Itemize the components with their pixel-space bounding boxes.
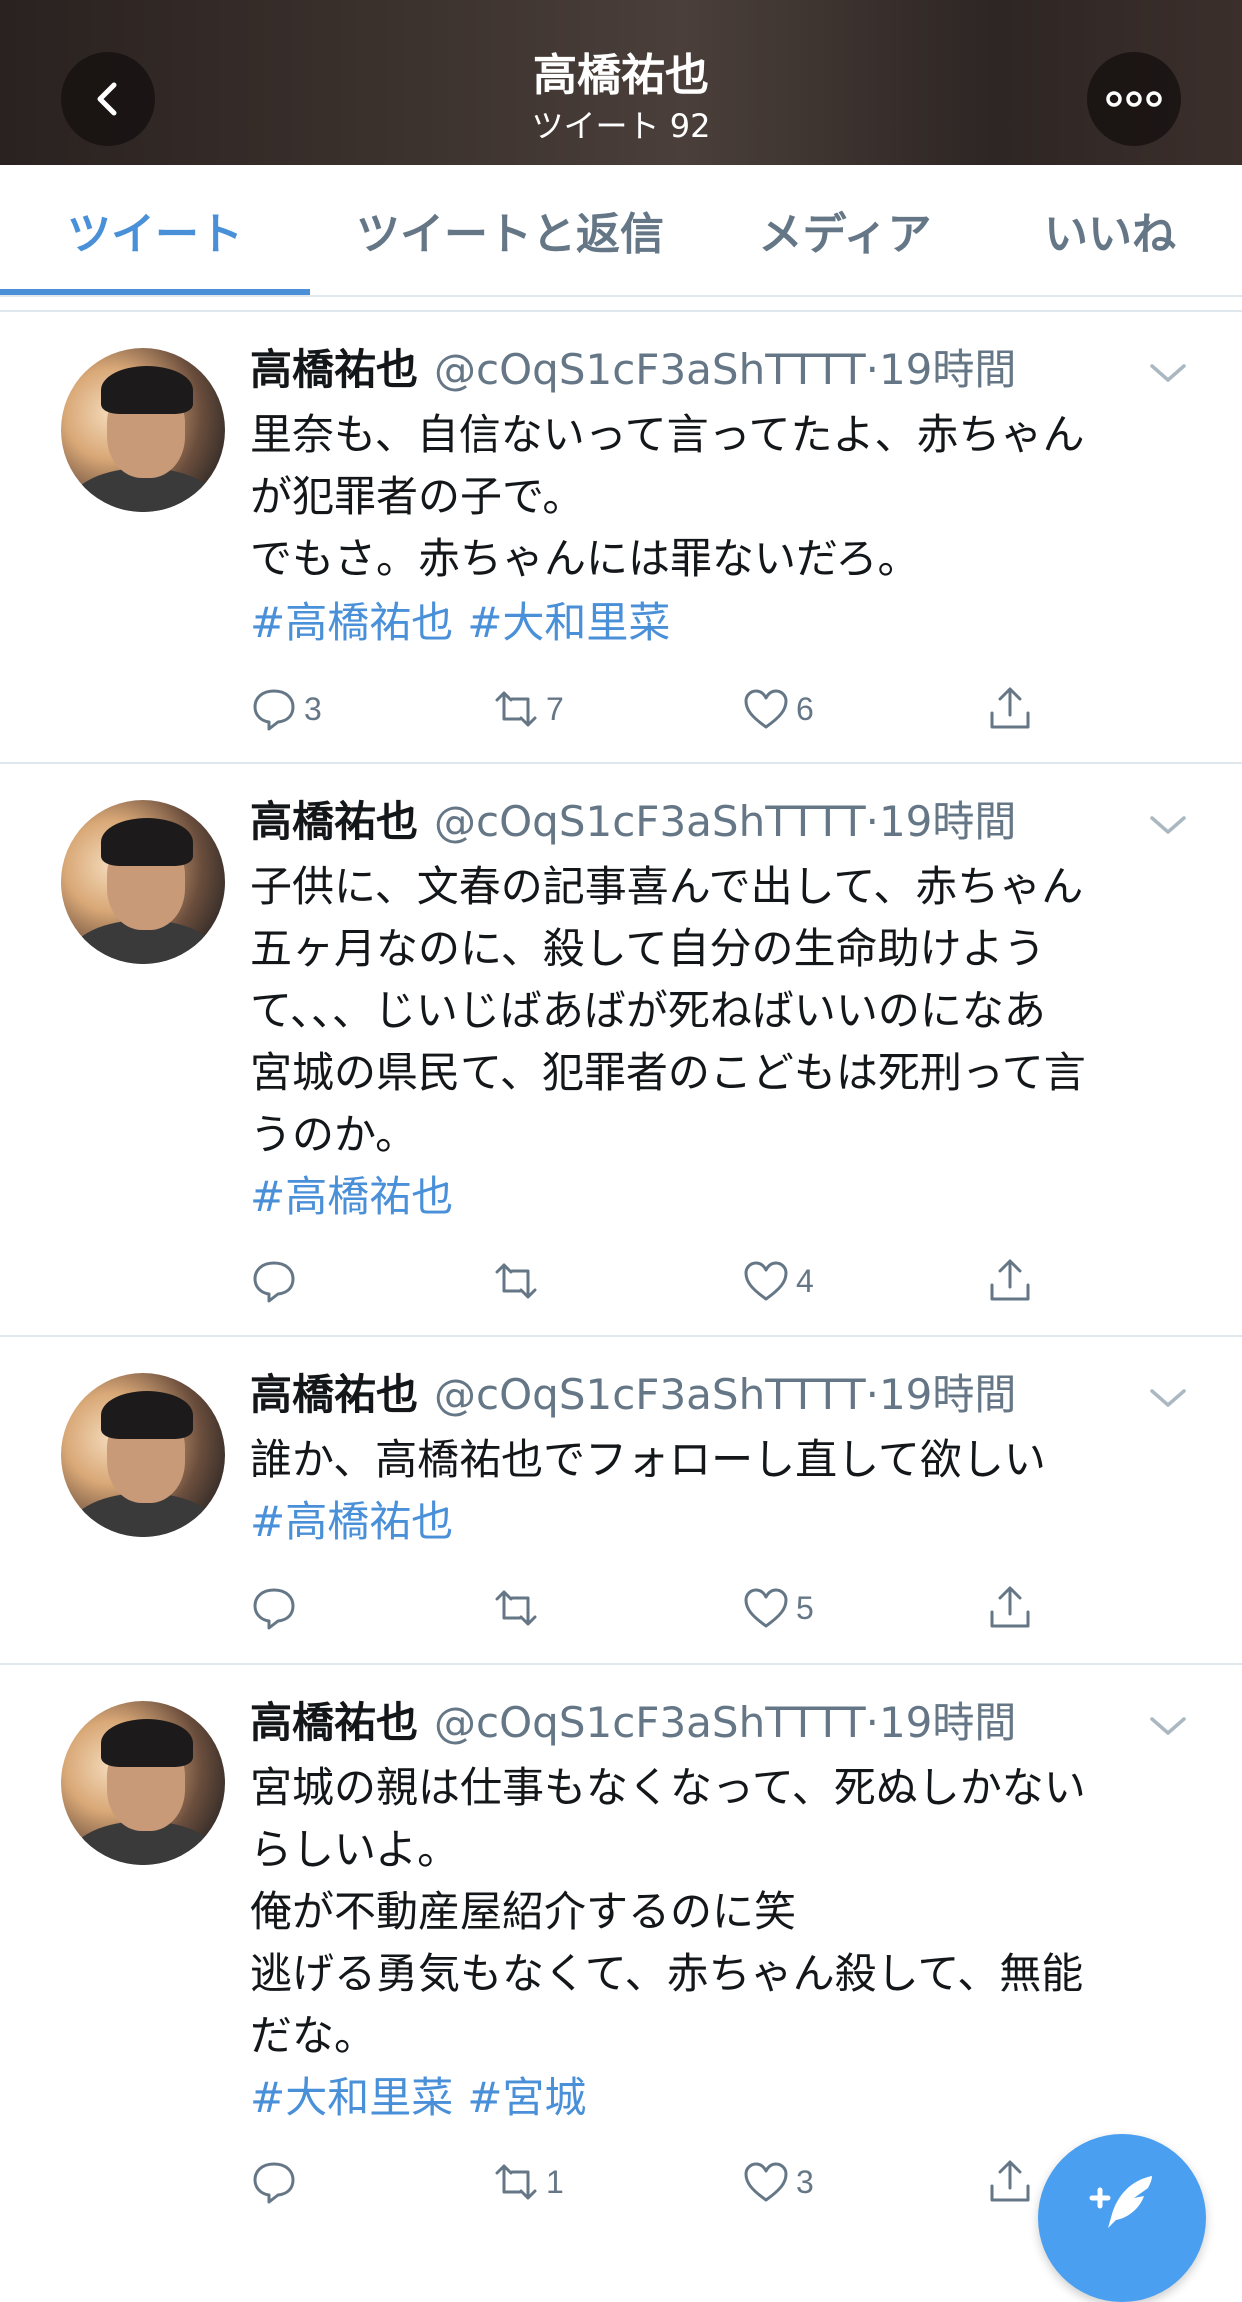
tab-tweets-and-replies[interactable]: ツイートと返信 <box>330 165 690 295</box>
more-button[interactable] <box>1087 52 1181 146</box>
chevron-down-icon[interactable] <box>1148 1383 1188 1413</box>
like-button[interactable]: 5 <box>742 1573 814 1643</box>
retweet-icon <box>495 691 537 727</box>
tweet[interactable]: 高橋祐也 @cOqS1cF3aShTTTT ·19時間 宮城の親は仕事もなくなっ… <box>0 1665 1242 2226</box>
tweet-text: 宮城の親は仕事もなくなって、死ぬしかない らしいよ。 俺が不動産屋紹介するのに笑… <box>250 1763 1086 2060</box>
share-icon <box>990 1259 1030 1301</box>
reply-icon <box>253 1588 295 1630</box>
reply-button[interactable] <box>250 2147 304 2217</box>
heart-icon <box>744 1588 788 1628</box>
retweet-button[interactable] <box>492 1573 546 1643</box>
tweet-hashtags: #高橋祐也 <box>250 1491 467 1553</box>
reply-button[interactable]: 3 <box>250 674 322 744</box>
tweet-time: ·19時間 <box>865 345 1017 394</box>
tweet-actions: 5 <box>0 1573 1242 1643</box>
share-button[interactable] <box>986 674 1034 744</box>
hashtag-link[interactable]: #高橋祐也 <box>250 1497 453 1546</box>
tweet-time: ·19時間 <box>865 797 1017 846</box>
retweet-count: 1 <box>546 2163 564 2200</box>
tab-media[interactable]: メディア <box>720 165 970 295</box>
tweet-header: 高橋祐也 @cOqS1cF3aShTTTT ·19時間 <box>250 1693 1016 1753</box>
tweet-hashtags: #高橋祐也 <box>250 1166 467 1228</box>
share-button[interactable] <box>986 1246 1034 1316</box>
like-button[interactable]: 4 <box>742 1246 814 1316</box>
retweet-icon <box>495 2164 537 2200</box>
heart-icon <box>744 2162 788 2202</box>
author-name[interactable]: 高橋祐也 <box>250 1693 418 1753</box>
share-icon <box>990 687 1030 729</box>
retweet-icon <box>495 1590 537 1626</box>
like-button[interactable]: 6 <box>742 674 814 744</box>
reply-icon <box>253 2162 295 2204</box>
tweet[interactable]: 高橋祐也 @cOqS1cF3aShTTTT ·19時間 子供に、文春の記事喜んで… <box>0 764 1242 1337</box>
tweet-header: 高橋祐也 @cOqS1cF3aShTTTT ·19時間 <box>250 792 1016 852</box>
tweet-time: ·19時間 <box>865 1370 1017 1419</box>
chevron-down-icon[interactable] <box>1148 810 1188 840</box>
hashtag-link[interactable]: #大和里菜 <box>250 2073 453 2122</box>
share-button[interactable] <box>986 1573 1034 1643</box>
profile-header: 高橋祐也 ツイート 92 <box>0 0 1242 165</box>
tweet-text: 子供に、文春の記事喜んで出して、赤ちゃん 五ヶ月なのに、殺して自分の生命助けよう… <box>250 862 1086 1159</box>
like-count: 3 <box>796 2163 814 2200</box>
avatar[interactable] <box>61 800 225 964</box>
reply-icon <box>253 689 295 731</box>
profile-name-title: 高橋祐也 <box>533 50 709 101</box>
tweet-hashtags: #高橋祐也 #大和里菜 <box>250 592 684 654</box>
share-button[interactable] <box>986 2147 1034 2217</box>
tab-likes[interactable]: いいね <box>1000 165 1220 295</box>
author-name[interactable]: 高橋祐也 <box>250 792 418 852</box>
tweet-count: ツイート 92 <box>531 107 711 145</box>
heart-icon <box>744 1261 788 1301</box>
hashtag-link[interactable]: #高橋祐也 <box>250 1172 453 1221</box>
avatar[interactable] <box>61 348 225 512</box>
author-name[interactable]: 高橋祐也 <box>250 1365 418 1425</box>
like-button[interactable]: 3 <box>742 2147 814 2217</box>
compose-tweet-button[interactable] <box>1038 2134 1206 2302</box>
author-handle: @cOqS1cF3aShTTTT <box>434 797 866 846</box>
like-count: 6 <box>796 690 814 727</box>
heart-icon <box>744 689 788 729</box>
reply-icon <box>253 1261 295 1303</box>
share-icon <box>990 2160 1030 2202</box>
compose-tweet-icon <box>1089 2176 1152 2228</box>
hashtag-link[interactable]: #高橋祐也 <box>250 598 453 647</box>
reply-button[interactable] <box>250 1246 304 1316</box>
tweet-header: 高橋祐也 @cOqS1cF3aShTTTT ·19時間 <box>250 1365 1016 1425</box>
hashtag-link[interactable]: #大和里菜 <box>467 598 670 647</box>
retweet-button[interactable] <box>492 1246 546 1316</box>
author-name[interactable]: 高橋祐也 <box>250 340 418 400</box>
retweet-button[interactable]: 7 <box>492 674 564 744</box>
share-icon <box>990 1586 1030 1628</box>
profile-tabs: ツイート ツイートと返信 メディア いいね <box>0 165 1242 297</box>
chevron-down-icon[interactable] <box>1148 1711 1188 1741</box>
tweet-hashtags: #大和里菜 #宮城 <box>250 2067 600 2129</box>
tweet-text: 誰か、高橋祐也でフォローし直して欲しい <box>250 1435 1046 1484</box>
tweet[interactable]: 高橋祐也 @cOqS1cF3aShTTTT ·19時間 里奈も、自信ないって言っ… <box>0 312 1242 764</box>
author-handle: @cOqS1cF3aShTTTT <box>434 345 866 394</box>
reply-button[interactable] <box>250 1573 304 1643</box>
author-handle: @cOqS1cF3aShTTTT <box>434 1370 866 1419</box>
author-handle: @cOqS1cF3aShTTTT <box>434 1698 866 1747</box>
tweet-actions: 3 7 6 <box>0 674 1242 744</box>
reply-count: 3 <box>304 690 322 727</box>
more-dots-icon <box>1106 91 1162 107</box>
tweet[interactable]: 高橋祐也 @cOqS1cF3aShTTTT ·19時間 誰か、高橋祐也でフォロー… <box>0 1337 1242 1665</box>
tab-tweets[interactable]: ツイート <box>0 165 310 295</box>
tweet-time: ·19時間 <box>865 1698 1017 1747</box>
avatar[interactable] <box>61 1373 225 1537</box>
tweet-header: 高橋祐也 @cOqS1cF3aShTTTT ·19時間 <box>250 340 1016 400</box>
tweet-actions: 4 <box>0 1246 1242 1316</box>
retweet-count: 7 <box>546 690 564 727</box>
retweet-button[interactable]: 1 <box>492 2147 564 2217</box>
tweet-text: 里奈も、自信ないって言ってたよ、赤ちゃん が犯罪者の子で。 でもさ。赤ちゃんには… <box>250 410 1085 583</box>
like-count: 5 <box>796 1589 814 1626</box>
chevron-down-icon[interactable] <box>1148 358 1188 388</box>
active-tab-indicator <box>0 289 310 295</box>
retweet-icon <box>495 1263 537 1299</box>
avatar[interactable] <box>61 1701 225 1865</box>
hashtag-link[interactable]: #宮城 <box>467 2073 586 2122</box>
like-count: 4 <box>796 1262 814 1299</box>
